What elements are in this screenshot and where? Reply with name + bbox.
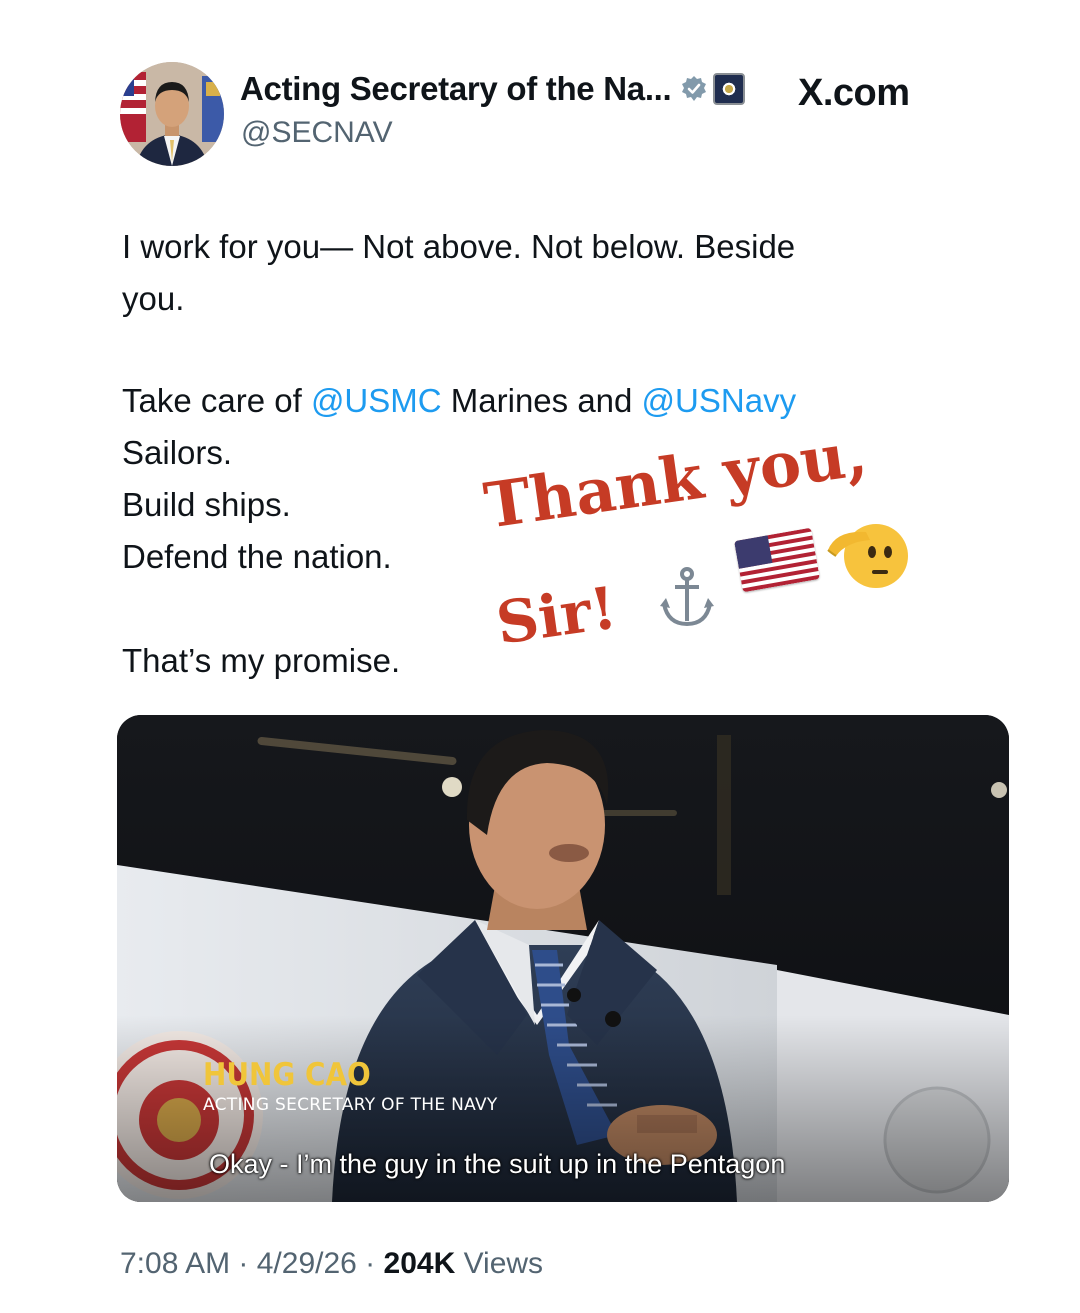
dod-seal-icon[interactable]	[713, 73, 746, 105]
tweet-text-line-1: I work for you— Not above. Not below. Be…	[122, 228, 796, 265]
tweet-text-line-2: you.	[122, 280, 185, 317]
mention-usmc-link[interactable]: @USMC	[311, 382, 442, 419]
video-lower-third-title: ACTING SECRETARY OF THE NAVY	[203, 1095, 498, 1115]
views-count: 204K	[383, 1247, 456, 1280]
tweet-text-line-3: Take care of @USMC Marines and @USNavy	[122, 375, 942, 427]
tweet-date[interactable]: 4/29/26	[257, 1247, 357, 1280]
tweet-time[interactable]: 7:08 AM	[120, 1247, 230, 1280]
views-label: Views	[455, 1247, 544, 1280]
anchor-icon	[658, 566, 716, 628]
author-name-row: Acting Secretary of the Na...	[240, 70, 746, 108]
video-caption: Okay - I’m the guy in the suit up in the…	[209, 1149, 786, 1179]
author-handle[interactable]: @SECNAV	[241, 116, 393, 150]
author-display-name[interactable]: Acting Secretary of the Na...	[240, 70, 672, 108]
meta-separator: ·	[356, 1247, 384, 1280]
video-lower-third-name: HUNG CAO	[203, 1057, 371, 1093]
avatar-portrait	[120, 62, 224, 166]
site-label: X.com	[798, 72, 910, 114]
meta-separator: ·	[230, 1247, 257, 1280]
tweet-meta: 7:08 AM · 4/29/26 · 204K Views	[120, 1247, 543, 1281]
saluting-face-icon	[826, 510, 910, 594]
video-frame	[117, 715, 1009, 1202]
profile-avatar[interactable]	[120, 62, 224, 166]
mention-usnavy-link[interactable]: @USNavy	[642, 382, 797, 419]
tweet-media-video[interactable]: HUNG CAO ACTING SECRETARY OF THE NAVY Ok…	[117, 715, 1009, 1202]
verified-badge-icon	[679, 74, 709, 104]
tweet-text-segment: Take care of	[122, 382, 311, 419]
tweet-text-segment: Marines and	[441, 382, 642, 419]
